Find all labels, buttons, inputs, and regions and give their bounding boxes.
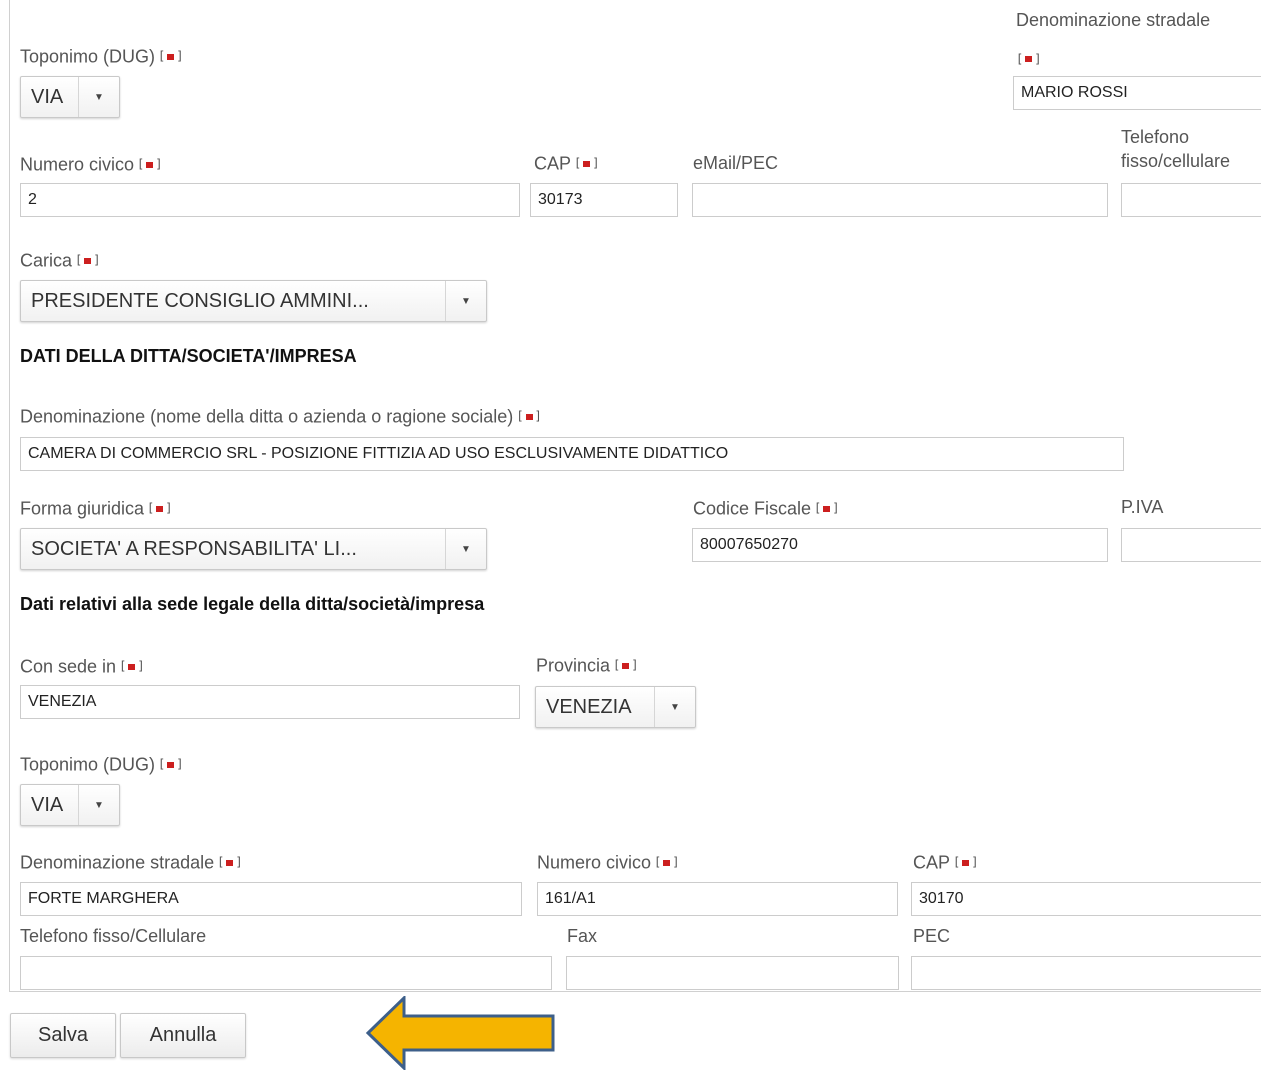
sede-telefono-input[interactable] — [20, 956, 552, 990]
con-sede-input[interactable]: VENEZIA — [20, 685, 520, 719]
chevron-down-icon[interactable]: ▼ — [654, 687, 695, 727]
required-asterisk-icon: [] — [217, 855, 243, 870]
con-sede-label: Con sede in[] — [20, 656, 145, 677]
numero-civico-input[interactable]: 2 — [20, 183, 520, 217]
telefono-label-line2: fisso/cellulare — [1121, 151, 1231, 171]
section-title-ditta: DATI DELLA DITTA/SOCIETA'/IMPRESA — [20, 346, 357, 366]
sede-pec-label: PEC — [913, 926, 951, 946]
carica-label: Carica[] — [20, 250, 101, 271]
save-button[interactable]: Salva — [10, 1013, 116, 1058]
required-asterisk-icon: [] — [158, 757, 184, 772]
required-asterisk-icon: [] — [75, 253, 101, 268]
toponimo-select-value: VIA — [31, 85, 64, 108]
provincia-select[interactable]: VENEZIA ▼ — [535, 686, 696, 728]
sede-denominazione-label: Denominazione stradale[] — [20, 852, 243, 873]
required-asterisk-icon: [] — [119, 659, 145, 674]
required-asterisk-icon: [] — [574, 156, 600, 171]
denominazione-required: [] — [1016, 50, 1041, 68]
required-asterisk-icon: [] — [953, 855, 979, 870]
cancel-button[interactable]: Annulla — [120, 1013, 246, 1058]
provincia-label: Provincia[] — [536, 655, 639, 676]
required-asterisk-icon: [] — [158, 49, 184, 64]
piva-input[interactable] — [1121, 528, 1261, 562]
required-asterisk-icon: [] — [613, 658, 639, 673]
form-border-left — [9, 0, 10, 992]
form-border-bottom — [9, 991, 1261, 992]
section-title-sede: Dati relativi alla sede legale della dit… — [20, 594, 485, 614]
sede-cap-label: CAP[] — [913, 852, 979, 873]
sede-toponimo-select[interactable]: VIA ▼ — [20, 784, 120, 826]
cap-input[interactable]: 30173 — [530, 183, 678, 217]
forma-giuridica-select[interactable]: SOCIETA' A RESPONSABILITA' LI... ▼ — [20, 528, 487, 570]
codice-fiscale-label: Codice Fiscale[] — [693, 498, 840, 519]
denominazione-stradale-input[interactable]: MARIO ROSSI — [1013, 76, 1261, 110]
sede-denominazione-input[interactable]: FORTE MARGHERA — [20, 882, 522, 916]
email-input[interactable] — [692, 183, 1108, 217]
sede-numero-civico-label: Numero civico[] — [537, 852, 680, 873]
denominazione-stradale-label: Denominazione stradale — [1016, 10, 1211, 30]
required-asterisk-icon: [] — [654, 855, 680, 870]
chevron-down-icon[interactable]: ▼ — [78, 77, 119, 117]
sede-toponimo-select-value: VIA — [31, 793, 64, 816]
sede-numero-civico-input[interactable]: 161/A1 — [537, 882, 898, 916]
chevron-down-icon[interactable]: ▼ — [78, 785, 119, 825]
forma-giuridica-label: Forma giuridica[] — [20, 498, 173, 519]
forma-giuridica-select-value: SOCIETA' A RESPONSABILITA' LI... — [31, 537, 357, 560]
required-asterisk-icon: [] — [516, 409, 542, 424]
sede-cap-input[interactable]: 30170 — [911, 882, 1261, 916]
email-label: eMail/PEC — [693, 153, 779, 173]
sede-pec-input[interactable] — [911, 956, 1261, 990]
sede-fax-label: Fax — [567, 926, 598, 946]
sede-telefono-label: Telefono fisso/Cellulare — [20, 926, 207, 946]
carica-select-value: PRESIDENTE CONSIGLIO AMMINI... — [31, 289, 369, 312]
chevron-down-icon[interactable]: ▼ — [445, 529, 486, 569]
cap-label: CAP[] — [534, 153, 600, 174]
denominazione-ditta-input[interactable]: CAMERA DI COMMERCIO SRL - POSIZIONE FITT… — [20, 437, 1124, 471]
denominazione-ditta-label: Denominazione (nome della ditta o aziend… — [20, 406, 542, 427]
telefono-input[interactable] — [1121, 183, 1261, 217]
chevron-down-icon[interactable]: ▼ — [445, 281, 486, 321]
toponimo-select[interactable]: VIA ▼ — [20, 76, 120, 118]
required-asterisk-icon: [] — [1016, 51, 1042, 66]
piva-label: P.IVA — [1121, 497, 1164, 517]
codice-fiscale-input[interactable]: 80007650270 — [692, 528, 1108, 562]
carica-select[interactable]: PRESIDENTE CONSIGLIO AMMINI... ▼ — [20, 280, 487, 322]
numero-civico-label: Numero civico[] — [20, 154, 163, 175]
required-asterisk-icon: [] — [137, 157, 163, 172]
required-asterisk-icon: [] — [814, 501, 840, 516]
telefono-label-line1: Telefono — [1121, 127, 1190, 147]
toponimo-label: Toponimo (DUG)[] — [20, 46, 184, 67]
sede-fax-input[interactable] — [566, 956, 899, 990]
arrow-left-icon — [365, 996, 555, 1070]
required-asterisk-icon: [] — [147, 501, 173, 516]
provincia-select-value: VENEZIA — [546, 695, 632, 718]
sede-toponimo-label: Toponimo (DUG)[] — [20, 754, 184, 775]
